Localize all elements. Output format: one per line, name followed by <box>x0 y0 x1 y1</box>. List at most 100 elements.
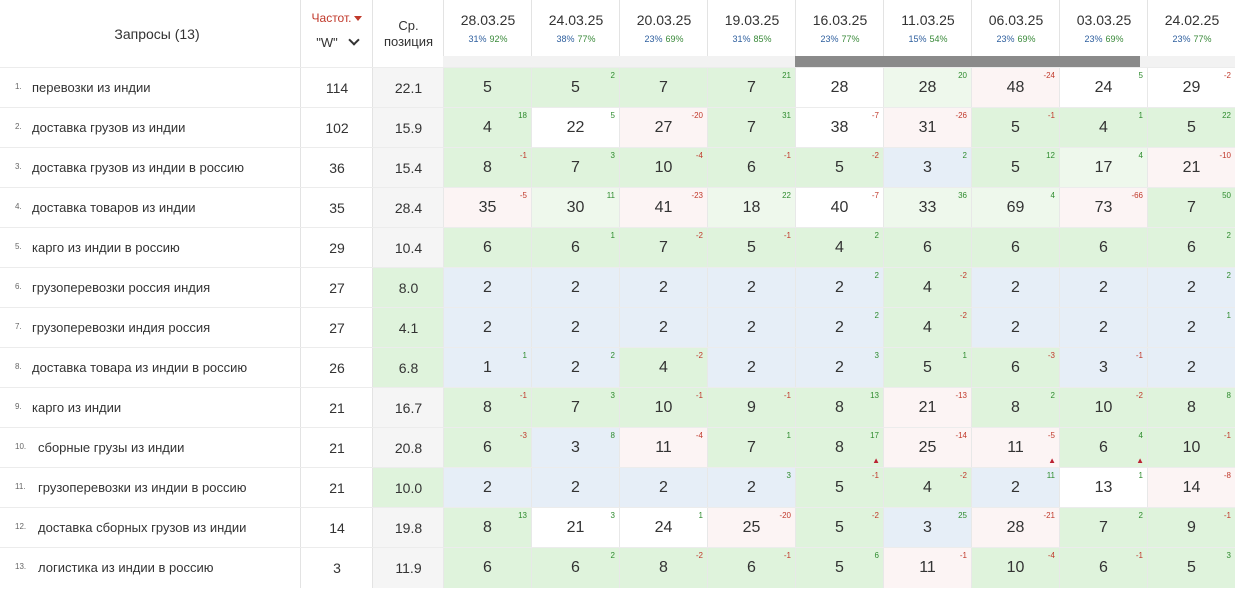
date-column-header[interactable]: 03.03.25 23% 69% <box>1059 0 1148 56</box>
position-cell[interactable]: 6 <box>443 228 531 268</box>
position-cell[interactable]: 69 4 <box>971 188 1059 228</box>
position-cell[interactable]: 28 <box>795 68 883 108</box>
date-column-header[interactable]: 19.03.25 31% 85% <box>707 0 796 56</box>
position-cell[interactable]: 11 -1 <box>883 548 971 588</box>
date-column-header[interactable]: 20.03.25 23% 69% <box>619 0 708 56</box>
query-text[interactable]: карго из индии в россию <box>32 240 180 255</box>
position-cell[interactable]: 14 -8 <box>1147 468 1235 508</box>
date-column-header[interactable]: 28.03.25 31% 92% <box>443 0 532 56</box>
position-cell[interactable]: 8 13 <box>795 388 883 428</box>
position-cell[interactable]: 62 <box>1147 228 1235 268</box>
position-cell[interactable]: 6 -1 <box>707 148 795 188</box>
query-text[interactable]: грузоперевозки индия россия <box>32 320 210 335</box>
position-cell[interactable]: 4 -2 <box>883 268 971 308</box>
position-cell[interactable]: 8 17 ▲ <box>795 428 883 468</box>
position-cell[interactable]: 88 <box>1147 388 1235 428</box>
position-cell[interactable]: 9 -1 <box>1147 508 1235 548</box>
position-cell[interactable]: 2 <box>619 268 707 308</box>
position-cell[interactable]: 3 -1 <box>1059 348 1147 388</box>
position-cell[interactable]: 6 -1 <box>707 548 795 588</box>
position-cell[interactable]: 53 <box>1147 548 1235 588</box>
position-cell[interactable]: 2 <box>531 308 619 348</box>
position-cell[interactable]: 13 1 <box>1059 468 1147 508</box>
position-cell[interactable]: 4 -2 <box>883 308 971 348</box>
position-cell[interactable]: 18 22 <box>707 188 795 228</box>
position-cell[interactable]: 4 -2 <box>619 348 707 388</box>
position-cell[interactable]: 2 <box>707 268 795 308</box>
position-cell[interactable]: 10 -1 <box>1147 428 1235 468</box>
position-cell[interactable]: 22 <box>795 268 883 308</box>
position-cell[interactable]: 10 -4 <box>971 548 1059 588</box>
position-cell[interactable]: 4 -2 <box>883 468 971 508</box>
position-cell[interactable]: 82 <box>971 388 1059 428</box>
position-cell[interactable]: 62 <box>531 548 619 588</box>
position-cell[interactable]: 2 <box>707 348 795 388</box>
position-cell[interactable]: 38 <box>531 428 619 468</box>
position-cell[interactable]: 38 -7 <box>795 108 883 148</box>
position-cell[interactable]: 5 <box>443 68 531 108</box>
position-cell[interactable]: 21 <box>1147 308 1235 348</box>
position-cell[interactable]: 2 <box>971 268 1059 308</box>
date-column-header[interactable]: 11.03.25 15% 54% <box>883 0 972 56</box>
date-column-header[interactable]: 16.03.25 23% 77% <box>795 0 884 56</box>
position-cell[interactable]: 6 -3 <box>443 428 531 468</box>
position-cell[interactable]: 35 -5 <box>443 188 531 228</box>
frequency-column-header[interactable]: Частот. "W" <box>300 0 373 67</box>
position-cell[interactable]: 24 5 <box>1059 68 1147 108</box>
position-cell[interactable]: 21 3 <box>531 508 619 548</box>
position-cell[interactable]: 10 -2 <box>1059 388 1147 428</box>
position-cell[interactable]: 73 <box>531 388 619 428</box>
query-text[interactable]: грузоперевозки россия индия <box>32 280 210 295</box>
position-cell[interactable]: 22 <box>795 308 883 348</box>
position-cell[interactable]: 7 -2 <box>619 228 707 268</box>
position-cell[interactable]: 51 <box>883 348 971 388</box>
date-column-header[interactable]: 24.03.25 38% 77% <box>531 0 620 56</box>
frequency-sort-label[interactable]: Частот. <box>301 11 373 25</box>
position-cell[interactable]: 5 -1 <box>795 468 883 508</box>
position-cell[interactable]: 7 31 <box>707 108 795 148</box>
position-cell[interactable]: 2 <box>1059 268 1147 308</box>
position-cell[interactable]: 24 1 <box>619 508 707 548</box>
position-cell[interactable]: 6 <box>443 548 531 588</box>
position-cell[interactable]: 7 <box>619 68 707 108</box>
query-text[interactable]: карго из индии <box>32 400 121 415</box>
position-cell[interactable]: 33 36 <box>883 188 971 228</box>
position-cell[interactable]: 72 <box>1059 508 1147 548</box>
date-column-header[interactable]: 24.02.25 23% 77% <box>1147 0 1235 56</box>
position-cell[interactable]: 71 <box>707 428 795 468</box>
position-cell[interactable]: 73 <box>531 148 619 188</box>
position-cell[interactable]: 7 21 <box>707 68 795 108</box>
position-cell[interactable]: 56 <box>795 548 883 588</box>
position-cell[interactable]: 2 11 <box>971 468 1059 508</box>
frequency-type-select[interactable]: "W" <box>301 34 373 50</box>
position-cell[interactable]: 21 -13 <box>883 388 971 428</box>
position-cell[interactable]: 2 <box>971 308 1059 348</box>
position-cell[interactable]: 48 -24 <box>971 68 1059 108</box>
position-cell[interactable]: 8 -2 <box>619 548 707 588</box>
position-cell[interactable]: 52 <box>531 68 619 108</box>
position-cell[interactable]: 6 <box>971 228 1059 268</box>
position-cell[interactable]: 41 <box>1059 108 1147 148</box>
query-text[interactable]: сборные грузы из индии <box>38 440 184 455</box>
query-text[interactable]: перевозки из индии <box>32 80 150 95</box>
position-cell[interactable]: 30 11 <box>531 188 619 228</box>
position-cell[interactable]: 5 -2 <box>795 508 883 548</box>
position-cell[interactable]: 2 <box>619 308 707 348</box>
position-cell[interactable]: 22 5 <box>531 108 619 148</box>
position-cell[interactable]: 11 <box>443 348 531 388</box>
position-cell[interactable]: 28 20 <box>883 68 971 108</box>
position-cell[interactable]: 42 <box>795 228 883 268</box>
position-cell[interactable]: 2 <box>1059 308 1147 348</box>
date-column-header[interactable]: 06.03.25 23% 69% <box>971 0 1060 56</box>
query-text[interactable]: логистика из индии в россию <box>38 560 213 575</box>
query-text[interactable]: доставка сборных грузов из индии <box>38 520 246 535</box>
position-cell[interactable]: 11 -5 ▲ <box>971 428 1059 468</box>
position-cell[interactable]: 6 <box>1059 228 1147 268</box>
position-cell[interactable]: 2 <box>531 268 619 308</box>
position-cell[interactable]: 2 <box>531 468 619 508</box>
position-cell[interactable]: 7 50 <box>1147 188 1235 228</box>
position-cell[interactable]: 73 -66 <box>1059 188 1147 228</box>
position-cell[interactable]: 5 -2 <box>795 148 883 188</box>
position-cell[interactable]: 23 <box>707 468 795 508</box>
position-cell[interactable]: 10 -1 <box>619 388 707 428</box>
